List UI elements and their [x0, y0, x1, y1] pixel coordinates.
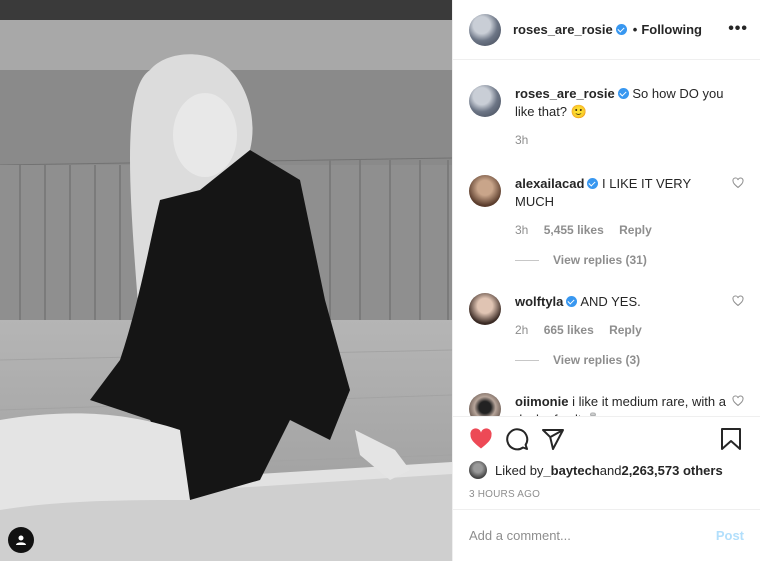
- post-sidebar: roses_are_rosie • Following ••• roses_ar…: [452, 0, 760, 561]
- verified-icon: [617, 88, 629, 99]
- author-username[interactable]: roses_are_rosie: [513, 22, 627, 37]
- comment-username[interactable]: oiimonie: [515, 394, 568, 409]
- view-replies-label[interactable]: View replies (3): [553, 353, 640, 367]
- comment-text: AND YES.: [580, 294, 641, 309]
- comment-username[interactable]: wolftyla: [515, 294, 563, 309]
- comment-icon[interactable]: [505, 427, 529, 451]
- add-comment-bar: Post: [453, 509, 760, 561]
- list-item: oiimonie i like it medium rare, with a d…: [469, 393, 744, 416]
- tagged-users-icon[interactable]: [8, 527, 34, 553]
- verified-icon: [587, 178, 599, 189]
- comment-input[interactable]: [469, 528, 716, 543]
- following-button[interactable]: Following: [641, 22, 702, 37]
- more-options-icon[interactable]: •••: [728, 20, 748, 38]
- commenter-avatar[interactable]: [469, 293, 501, 325]
- list-item: alexailacad I LIKE IT VERY MUCH 3h 5,455…: [469, 175, 744, 239]
- replies-divider: [515, 259, 539, 261]
- like-comment-icon[interactable]: [732, 295, 744, 307]
- post-header: roses_are_rosie • Following •••: [453, 0, 760, 60]
- liked-by-user[interactable]: _baytech: [543, 463, 599, 478]
- heart-icon[interactable]: [469, 427, 493, 451]
- caption-avatar[interactable]: [469, 85, 501, 117]
- view-replies-button[interactable]: View replies (31): [515, 253, 744, 267]
- replies-divider: [515, 359, 539, 361]
- comments-list[interactable]: roses_are_rosie So how DO you like that?…: [453, 61, 760, 416]
- verified-icon: [615, 24, 627, 35]
- commenter-avatar[interactable]: [469, 393, 501, 416]
- comment-likes[interactable]: 665 likes: [544, 323, 594, 337]
- commenter-avatar[interactable]: [469, 175, 501, 207]
- view-replies-button[interactable]: View replies (3): [515, 353, 744, 367]
- verified-icon: [566, 296, 578, 307]
- comment-username[interactable]: alexailacad: [515, 176, 584, 191]
- caption-username[interactable]: roses_are_rosie: [515, 86, 615, 101]
- share-icon[interactable]: [541, 427, 565, 451]
- caption-time[interactable]: 3h: [515, 133, 528, 147]
- view-replies-label[interactable]: View replies (31): [553, 253, 647, 267]
- comment-likes[interactable]: 5,455 likes: [544, 223, 604, 237]
- header-separator: •: [632, 22, 638, 37]
- bookmark-icon[interactable]: [720, 427, 742, 451]
- comment-time[interactable]: 2h: [515, 323, 528, 337]
- reply-button[interactable]: Reply: [609, 323, 642, 337]
- liked-by[interactable]: Liked by _baytech and 2,263,573 others: [469, 461, 744, 479]
- liked-by-middle: and: [599, 462, 622, 478]
- post-button[interactable]: Post: [716, 528, 744, 543]
- liked-by-prefix: Liked by: [495, 462, 544, 478]
- liker-avatar[interactable]: [469, 461, 487, 479]
- like-comment-icon[interactable]: [732, 177, 744, 189]
- liked-by-others[interactable]: 2,263,573 others: [622, 463, 723, 478]
- caption: roses_are_rosie So how DO you like that?…: [469, 85, 744, 149]
- post-actions: Liked by _baytech and 2,263,573 others 3…: [453, 416, 760, 500]
- post-photo[interactable]: [0, 0, 452, 561]
- post-timestamp[interactable]: 3 HOURS AGO: [469, 489, 744, 500]
- author-avatar[interactable]: [469, 13, 501, 46]
- comment-time[interactable]: 3h: [515, 223, 528, 237]
- post-image: [0, 0, 452, 561]
- author-username-text[interactable]: roses_are_rosie: [513, 22, 613, 37]
- reply-button[interactable]: Reply: [619, 223, 652, 237]
- like-comment-icon[interactable]: [732, 395, 744, 407]
- list-item: wolftyla AND YES. 2h 665 likes Reply: [469, 293, 744, 339]
